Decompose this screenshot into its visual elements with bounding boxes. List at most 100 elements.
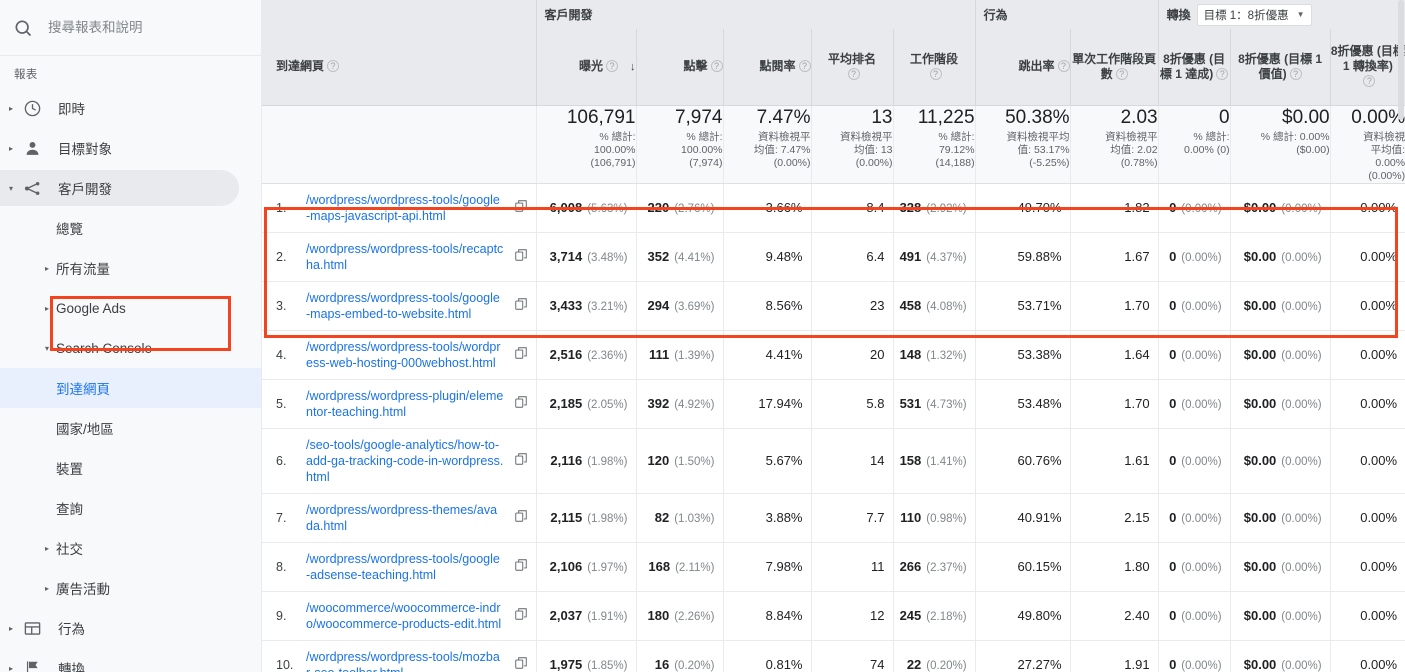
help-icon[interactable]: ? [710,60,723,73]
cell-goal-completions: 0 (0.00%) [1157,640,1231,672]
sidebar-item-behaviour[interactable]: ▸ 行為 [0,608,261,648]
open-external-icon[interactable] [510,607,528,624]
help-icon[interactable]: ? [798,60,811,73]
table-row: 6. /seo-tools/google-analytics/how-to-add… [262,428,1405,494]
cell-avg-position: 6.4 [810,232,893,282]
open-external-icon[interactable] [510,248,528,265]
landing-page-link[interactable]: /wordpress/wordpress-tools/google-adsens… [306,551,504,583]
cell-avg-position: 14 [810,428,893,494]
column-header-ctr[interactable]: 點閱率? [722,29,811,106]
open-external-icon[interactable] [510,452,528,469]
landing-page-link[interactable]: /wordpress/wordpress-tools/wordpress-web… [306,339,504,371]
column-header-pages-per-session[interactable]: 單次工作階段頁數? [1069,29,1159,106]
column-header-landing-page[interactable]: 到達網頁? [262,29,536,106]
sidebar-item-queries[interactable]: 查詢 [0,488,261,528]
sidebar-item-acquisition[interactable]: ▾ 客戶開發 [0,168,261,208]
group-label: 轉換 [1166,8,1191,22]
cell-sessions: 328 (2.92%) [892,183,976,233]
open-external-icon[interactable] [510,656,528,672]
column-label: 點擊 [683,59,708,74]
goal-select-value: 目標 1：8折優惠 [1203,9,1289,22]
help-icon[interactable]: ? [327,60,340,73]
summary-value: 7,974 [674,106,723,128]
cell-goal-value: $0.00 (0.00%) [1229,493,1331,543]
sidebar-item-overview[interactable]: 總覽 [0,208,261,248]
help-icon[interactable]: ? [1115,67,1128,80]
cell-pages-per-session: 1.80 [1069,542,1159,592]
cell-clicks: 294 (3.69%) [635,281,723,331]
help-icon[interactable]: ? [847,67,860,80]
summary-note: 資料檢視 平均值: 0.00% (0.00%) [1363,130,1405,182]
landing-page-link[interactable]: /wordpress/wordpress-plugin/elementor-te… [306,388,504,420]
column-header-clicks[interactable]: 點擊? [635,29,723,106]
open-external-icon[interactable] [510,558,528,575]
landing-page-link[interactable]: /wordpress/wordpress-themes/avada.html [306,502,504,534]
help-icon[interactable]: ? [929,67,942,80]
sidebar-item-social[interactable]: ▸ 社交 [0,528,261,568]
row-index: 3. [276,298,287,313]
open-external-icon[interactable] [510,346,528,363]
scrollbar-thumb[interactable] [1398,0,1404,120]
table-row: 10. /wordpress/wordpress-tools/mozbar-seo… [262,640,1405,672]
cell-landing-page: 10. /wordpress/wordpress-tools/mozbar-seo… [262,640,536,672]
help-icon[interactable]: ? [606,59,618,72]
cell-landing-page: 2. /wordpress/wordpress-tools/recaptcha.h… [262,232,536,282]
summary-value: 106,791 [566,106,636,128]
search-input[interactable] [48,20,238,35]
sidebar-item-label: 行為 [58,622,85,637]
column-header-impressions[interactable]: 曝光? ↓ [535,29,636,106]
sidebar-item-devices[interactable]: 裝置 [0,448,261,488]
sidebar-item-search-console[interactable]: ▾ Search Console [0,328,261,368]
landing-page-link[interactable]: /wordpress/wordpress-tools/mozbar-seo-to… [306,649,504,672]
sidebar-item-campaigns[interactable]: ▸ 廣告活動 [0,568,261,608]
landing-page-link[interactable]: /wordpress/wordpress-tools/recaptcha.htm… [306,241,504,273]
search-bar[interactable] [0,0,261,56]
help-icon[interactable]: ? [1289,67,1302,80]
column-header-goal-completions[interactable]: 8折優惠 (目標 1 達成)? [1157,29,1231,106]
vertical-scrollbar[interactable] [1398,0,1405,672]
help-icon[interactable]: ? [1363,75,1376,88]
summary-goal-value: $0.00 % 總計: 0.00% ($0.00) [1229,105,1331,184]
landing-page-link[interactable]: /wordpress/wordpress-tools/google-maps-e… [306,290,504,322]
cell-impressions: 2,185 (2.05%) [535,379,636,429]
column-header-avg-position[interactable]: 平均排名? [810,29,893,106]
sidebar-item-landing-pages[interactable]: 到達網頁 [0,368,261,408]
open-external-icon[interactable] [510,395,528,412]
summary-bounce-rate: 50.38% 資料檢視平均 值: 53.17% (-5.25%) [974,105,1071,184]
landing-page-link[interactable]: /seo-tools/google-analytics/how-to-add-g… [306,437,504,485]
summary-note: % 總計: 0.00% ($0.00) [1260,130,1330,156]
column-header-bounce-rate[interactable]: 跳出率? [974,29,1071,106]
cell-goal-conv-rate: 0.00% [1329,493,1405,543]
open-external-icon[interactable] [510,199,528,216]
column-header-sessions[interactable]: 工作階段? [892,29,976,106]
landing-page-link[interactable]: /woocommerce/woocommerce-indro/woocommer… [306,600,504,632]
column-header-goal-value[interactable]: 8折優惠 (目標 1 價值)? [1229,29,1331,106]
sidebar-item-google-ads[interactable]: ▸ Google Ads [0,288,261,328]
cell-goal-completions: 0 (0.00%) [1157,281,1231,331]
cell-goal-conv-rate: 0.00% [1329,281,1405,331]
cell-ctr: 0.81% [722,640,811,672]
sidebar-item-label: 轉換 [58,662,85,672]
landing-page-link[interactable]: /wordpress/wordpress-tools/google-maps-j… [306,192,504,224]
sidebar-item-country[interactable]: 國家/地區 [0,408,261,448]
open-external-icon[interactable] [510,509,528,526]
row-index: 8. [276,559,287,574]
open-external-icon[interactable] [510,297,528,314]
summary-pages-per-session: 2.03 資料檢視平 均值: 2.02 (0.78%) [1069,105,1159,184]
sidebar-item-audience[interactable]: ▸ 目標對象 [0,128,261,168]
cell-impressions: 6,008 (5.63%) [535,183,636,233]
help-icon[interactable]: ? [1216,67,1229,80]
goal-select-dropdown[interactable]: 目標 1：8折優惠 ▼ [1196,3,1312,26]
table-row: 4. /wordpress/wordpress-tools/wordpress-w… [262,330,1405,380]
sidebar-item-realtime[interactable]: ▸ 即時 [0,88,261,128]
sort-desc-icon[interactable]: ↓ [630,61,636,73]
sidebar-item-all-traffic[interactable]: ▸ 所有流量 [0,248,261,288]
cell-clicks: 16 (0.20%) [635,640,723,672]
help-icon[interactable]: ? [1057,60,1070,73]
sidebar-item-conversions[interactable]: ▸ 轉換 [0,648,261,672]
column-header-goal-conv-rate[interactable]: 8折優惠 (目標 1 轉換率)? [1329,29,1405,106]
table-row: 1. /wordpress/wordpress-tools/google-maps… [262,183,1405,233]
flag-icon [20,659,44,672]
cell-bounce-rate: 53.48% [974,379,1071,429]
cell-avg-position: 12 [810,591,893,641]
